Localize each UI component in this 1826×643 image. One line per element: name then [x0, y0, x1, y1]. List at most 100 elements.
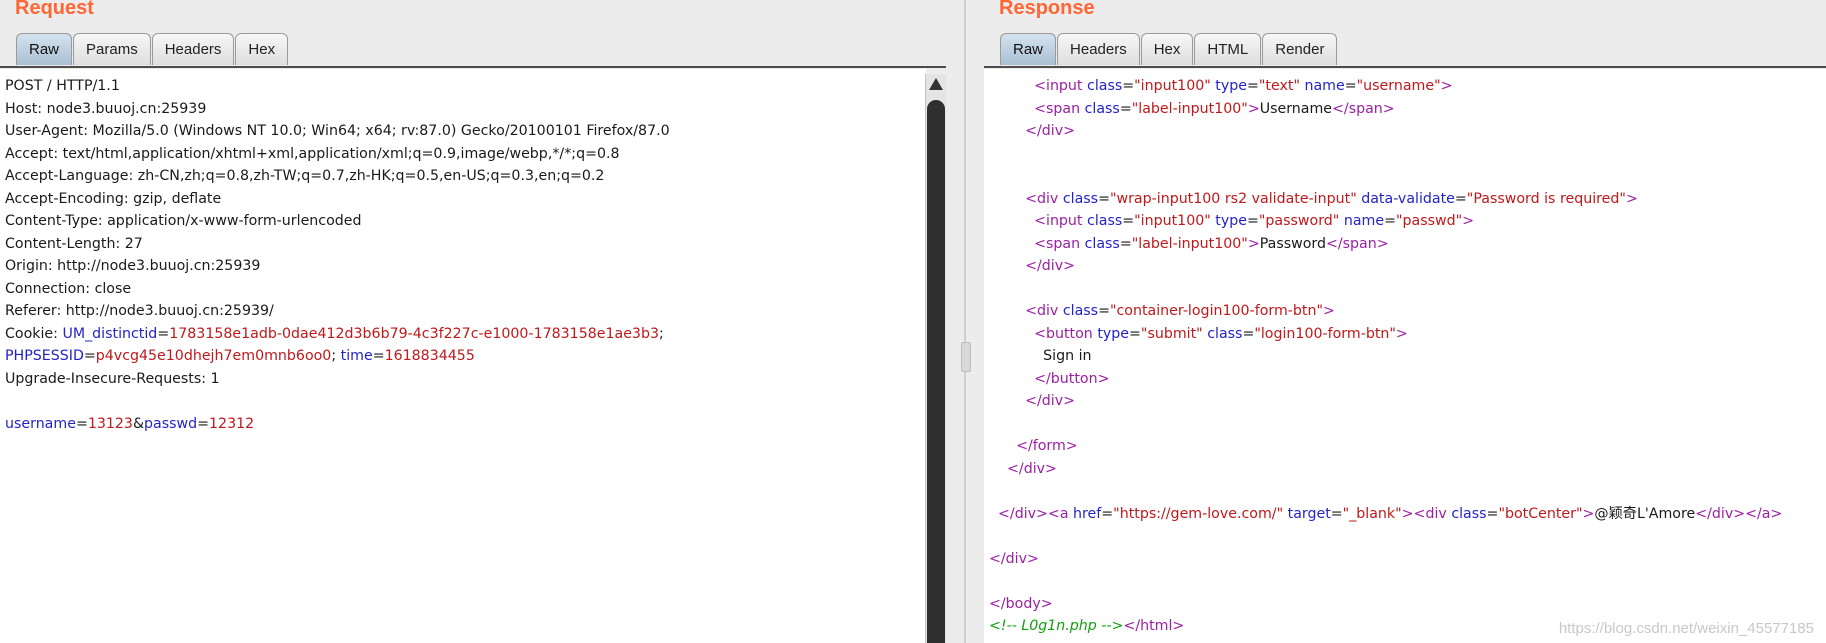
cookie-value: 1783158e1adb-0dae412d3b6b79-4c3f227c-e10…: [169, 325, 659, 342]
request-tab-divider: [0, 66, 946, 68]
attr-value: label-input100: [1138, 235, 1242, 252]
attr-value: username: [1363, 78, 1435, 94]
body-value: 12312: [209, 415, 255, 432]
attr-value: wrap-input100 rs2 validate-input: [1116, 190, 1351, 207]
response-blank-line: [989, 278, 1826, 301]
response-line: <button type="submit" class="login100-fo…: [1034, 325, 1408, 342]
scroll-up-arrow-icon[interactable]: [929, 78, 943, 90]
request-body-line: username=13123&passwd=12312: [5, 415, 255, 432]
attr-value: login100-form-btn: [1260, 325, 1390, 342]
cookie-key: PHPSESSID: [5, 348, 84, 364]
html-comment: <!-- L0g1n.php -->: [989, 618, 1124, 634]
request-raw-text: POST / HTTP/1.1 Host: node3.buuoj.cn:2593…: [0, 69, 926, 435]
attr-value: _blank: [1349, 505, 1396, 522]
cookie-value: p4vcg45e10dhejh7em0mnb6oo0: [95, 348, 332, 364]
cookie-key: time: [340, 348, 373, 364]
response-line: </div>: [1025, 393, 1075, 409]
attr-value: botCenter: [1504, 505, 1576, 522]
response-raw-text: <input class="input100" type="text" name…: [984, 69, 1826, 638]
request-tab-hex[interactable]: Hex: [235, 33, 289, 65]
request-tabs: Raw Params Headers Hex: [16, 33, 289, 67]
label-text: Username: [1259, 100, 1333, 117]
cookie-key: UM_distinctid: [62, 325, 158, 342]
attr-value: input100: [1140, 78, 1205, 94]
pane-splitter[interactable]: [946, 0, 984, 643]
request-scrollbar[interactable]: [925, 74, 946, 643]
response-editor[interactable]: <input class="input100" type="text" name…: [984, 69, 1826, 643]
scroll-thumb[interactable]: [927, 100, 945, 643]
response-line: <input class="input100" type="text" name…: [1034, 78, 1453, 94]
request-line: Content-Length: 27: [5, 235, 143, 252]
attr-value: label-input100: [1138, 100, 1242, 117]
cookie-label: Cookie:: [5, 325, 63, 342]
response-line: <input class="input100" type="password" …: [1034, 213, 1475, 229]
cookie-value: 1618834455: [384, 348, 475, 364]
request-line: Connection: close: [5, 280, 132, 297]
watermark: https://blog.csdn.net/weixin_45577185: [1558, 620, 1814, 637]
request-editor[interactable]: POST / HTTP/1.1 Host: node3.buuoj.cn:2593…: [0, 69, 926, 643]
request-line: Accept: text/html,application/xhtml+xml,…: [5, 145, 620, 162]
request-blank-line: [5, 390, 926, 413]
attr-value: Password is required: [1473, 190, 1620, 207]
response-line: </div><a href="https://gem-love.com/" ta…: [998, 505, 1783, 522]
attr-value: https://gem-love.com/: [1119, 505, 1277, 522]
response-line: </div>: [1025, 258, 1075, 274]
request-line: Host: node3.buuoj.cn:25939: [5, 100, 207, 117]
response-tab-render[interactable]: Render: [1262, 33, 1338, 65]
request-cookie-line: Cookie: UM_distinctid=1783158e1adb-0dae4…: [5, 325, 664, 342]
response-blank-line: [989, 413, 1826, 436]
splitter-line: [964, 0, 966, 643]
response-pane: Response Raw Headers Hex HTML Render <in…: [984, 0, 1826, 643]
body-value: 13123: [87, 415, 133, 432]
response-tabs: Raw Headers Hex HTML Render: [1000, 33, 1338, 67]
request-tab-headers[interactable]: Headers: [151, 33, 235, 65]
request-pane: Request Raw Params Headers Hex POST / HT…: [0, 0, 946, 643]
response-line: </body>: [989, 595, 1053, 612]
response-line: <span class="label-input100">Username</s…: [1034, 100, 1395, 117]
response-line: <span class="label-input100">Password</s…: [1034, 235, 1389, 252]
request-line: User-Agent: Mozilla/5.0 (Windows NT 10.0…: [5, 123, 670, 139]
response-tab-hex[interactable]: Hex: [1140, 33, 1194, 65]
request-line: Origin: http://node3.buuoj.cn:25939: [5, 258, 261, 274]
response-line: Sign in: [989, 345, 1826, 368]
request-title: Request: [15, 0, 94, 19]
attr-value: submit: [1147, 325, 1197, 342]
attr-value: password: [1265, 213, 1333, 229]
attr-value: text: [1265, 78, 1294, 94]
request-cookie-line-cont: PHPSESSID=p4vcg45e10dhejh7em0mnb6oo0; ti…: [5, 348, 475, 364]
request-line: Content-Type: application/x-www-form-url…: [5, 213, 362, 229]
request-line: Accept-Encoding: gzip, deflate: [5, 190, 222, 207]
body-key: passwd: [144, 415, 198, 432]
response-blank-line: [989, 143, 1826, 166]
response-tab-raw[interactable]: Raw: [1000, 33, 1057, 65]
response-blank-line: [989, 525, 1826, 548]
response-line: </button>: [1034, 370, 1110, 387]
link-text: @颖奇L'Amore: [1594, 505, 1696, 522]
response-title: Response: [999, 0, 1095, 19]
request-line: Referer: http://node3.buuoj.cn:25939/: [5, 303, 274, 319]
response-tab-headers[interactable]: Headers: [1057, 33, 1140, 65]
label-text: Password: [1259, 235, 1326, 252]
attr-value: passwd: [1402, 213, 1456, 229]
request-tab-raw[interactable]: Raw: [16, 33, 73, 65]
response-blank-line: [989, 570, 1826, 593]
response-tab-divider: [984, 66, 1826, 68]
response-blank-line: [989, 165, 1826, 188]
response-line: </form>: [1016, 438, 1078, 454]
attr-value: input100: [1140, 213, 1205, 229]
response-line: <div class="wrap-input100 rs2 validate-i…: [1025, 190, 1638, 207]
body-key: username: [5, 415, 76, 432]
splitter-grip-icon[interactable]: [961, 342, 971, 372]
request-line: Upgrade-Insecure-Requests: 1: [5, 370, 220, 387]
button-text: Sign in: [1043, 348, 1092, 364]
response-line: </div>: [989, 550, 1039, 567]
response-line: </div>: [1007, 460, 1057, 477]
request-line: POST / HTTP/1.1: [5, 78, 120, 94]
response-line: <div class="container-login100-form-btn"…: [1025, 303, 1335, 319]
request-tab-params[interactable]: Params: [73, 33, 151, 65]
response-tab-html[interactable]: HTML: [1194, 33, 1262, 65]
request-line: Accept-Language: zh-CN,zh;q=0.8,zh-TW;q=…: [5, 168, 605, 184]
response-blank-line: [989, 480, 1826, 503]
response-line: </div>: [1025, 123, 1075, 139]
attr-value: container-login100-form-btn: [1116, 303, 1317, 319]
